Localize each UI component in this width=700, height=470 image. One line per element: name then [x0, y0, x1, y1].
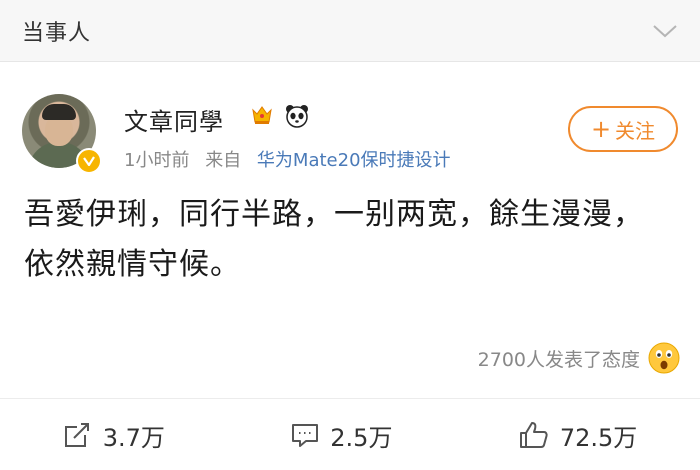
source-device-link[interactable]: 华为Mate20保时捷设计: [257, 150, 451, 171]
crown-badge-icon[interactable]: [250, 103, 274, 127]
divider: [0, 398, 700, 399]
page-title: 当事人: [22, 20, 92, 46]
chevron-down-icon[interactable]: [650, 16, 680, 46]
repost-count: 3.7万: [102, 423, 165, 452]
like-button[interactable]: 72.5万: [518, 418, 637, 453]
surprised-face-icon: [648, 342, 680, 374]
username[interactable]: 文章同學: [124, 102, 224, 137]
comment-count: 2.5万: [330, 423, 393, 452]
repost-button[interactable]: 3.7万: [63, 418, 165, 453]
reactions-summary[interactable]: 2700人发表了态度: [478, 342, 680, 374]
source-label: 来自: [205, 150, 242, 171]
verified-badge-icon: [76, 148, 102, 174]
post-text: 吾愛伊琍，同行半路，一别两宽，餘生漫漫，依然親情守候。: [24, 197, 644, 282]
top-bar: 当事人: [0, 0, 700, 62]
like-icon: [518, 420, 550, 450]
comment-button[interactable]: 2.5万: [290, 418, 392, 453]
repost-icon: [63, 421, 93, 449]
panda-badge-icon[interactable]: [284, 103, 310, 129]
action-bar: 3.7万 2.5万 72.5万: [0, 400, 700, 470]
comment-icon: [290, 421, 320, 449]
follow-label: 关注: [615, 118, 656, 143]
like-count: 72.5万: [559, 423, 638, 452]
post-meta: 1小时前 来自 华为Mate20保时捷设计: [124, 146, 451, 172]
reactions-text: 2700人发表了态度: [477, 348, 640, 371]
plus-icon: +: [590, 115, 612, 143]
follow-button[interactable]: + 关注: [568, 106, 678, 152]
post-time: 1小时前: [124, 150, 190, 171]
